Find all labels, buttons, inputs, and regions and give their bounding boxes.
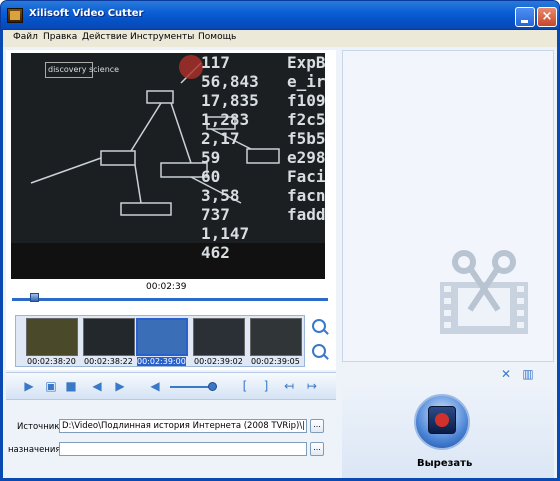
zoom-out-icon[interactable] (312, 344, 326, 358)
source-browse-button[interactable]: ... (310, 419, 324, 433)
destination-path-field[interactable] (59, 442, 307, 456)
stop-icon[interactable]: ■ (64, 379, 78, 393)
zoom-in-icon[interactable] (312, 319, 326, 333)
overlay-hex: ExpB e_ir f109 f2c5 f5b5 e298 Faci facn fadd (287, 53, 325, 224)
overlay-numbers: 117 56,843 17,835 1,283 2,17 59 60 3,58 737 1… (201, 53, 259, 262)
network-graphic (11, 55, 325, 279)
thumbnail-time: 00:02:38:22 (84, 357, 133, 366)
scissors-film-icon (440, 250, 528, 334)
current-time: 00:02:39 (146, 282, 187, 292)
menu-edit[interactable]: Правка (43, 32, 77, 42)
close-button[interactable]: × (537, 7, 557, 27)
volume-knob[interactable] (208, 382, 217, 391)
mark-end-icon[interactable]: ] (259, 379, 273, 393)
video-preview: discovery science 117 56,843 17,835 1,283 … (11, 53, 325, 279)
volume-icon[interactable]: ◀ (148, 379, 162, 393)
source-path-field[interactable]: D:\Video\Подлинная история Интернета (20… (59, 419, 307, 433)
thumbnail[interactable] (193, 318, 245, 356)
thumbnail-time: 00:02:39:02 (194, 357, 243, 366)
app-icon (7, 8, 23, 23)
thumbnail-time: 00:02:39:00 (137, 357, 186, 366)
menu-help[interactable]: Помощь (198, 32, 236, 42)
play-icon[interactable]: ▶ (22, 379, 36, 393)
cut-film-icon[interactable] (428, 406, 456, 434)
thumbnail[interactable] (136, 318, 188, 356)
jump-start-icon[interactable]: ↤ (282, 379, 296, 393)
source-label: Источник: (17, 422, 63, 432)
seek-handle[interactable] (30, 293, 40, 302)
destination-label: назначения: (8, 445, 64, 455)
thumbnail[interactable] (26, 318, 78, 356)
jump-end-icon[interactable]: ↦ (305, 379, 319, 393)
thumbnail-time: 00:02:38:20 (27, 357, 76, 366)
menu-tools[interactable]: Инструменты (130, 32, 194, 42)
prev-frame-icon[interactable]: ◀ (90, 379, 104, 393)
next-frame-icon[interactable]: ▶ (113, 379, 127, 393)
remove-icon[interactable]: ✕ (500, 368, 512, 380)
menu-file[interactable]: Файл (13, 32, 38, 42)
menu-action[interactable]: Действие (82, 32, 127, 42)
mark-icon[interactable]: [ (238, 379, 252, 393)
title-bar: Xilisoft Video Cutter × (0, 0, 560, 30)
minimize-button[interactable] (515, 7, 535, 27)
window-title: Xilisoft Video Cutter (29, 8, 144, 19)
trash-icon[interactable]: ▥ (522, 368, 534, 380)
thumbnail-time: 00:02:39:05 (251, 357, 300, 366)
seek-track[interactable] (12, 298, 328, 301)
menu-bar: Файл Правка Действие Инструменты Помощь (0, 30, 560, 47)
open-file-icon[interactable]: ▣ (44, 379, 58, 393)
thumbnail[interactable] (83, 318, 135, 356)
destination-browse-button[interactable]: ... (310, 442, 324, 456)
cut-label: Вырезать (417, 458, 473, 469)
thumbnail[interactable] (250, 318, 302, 356)
